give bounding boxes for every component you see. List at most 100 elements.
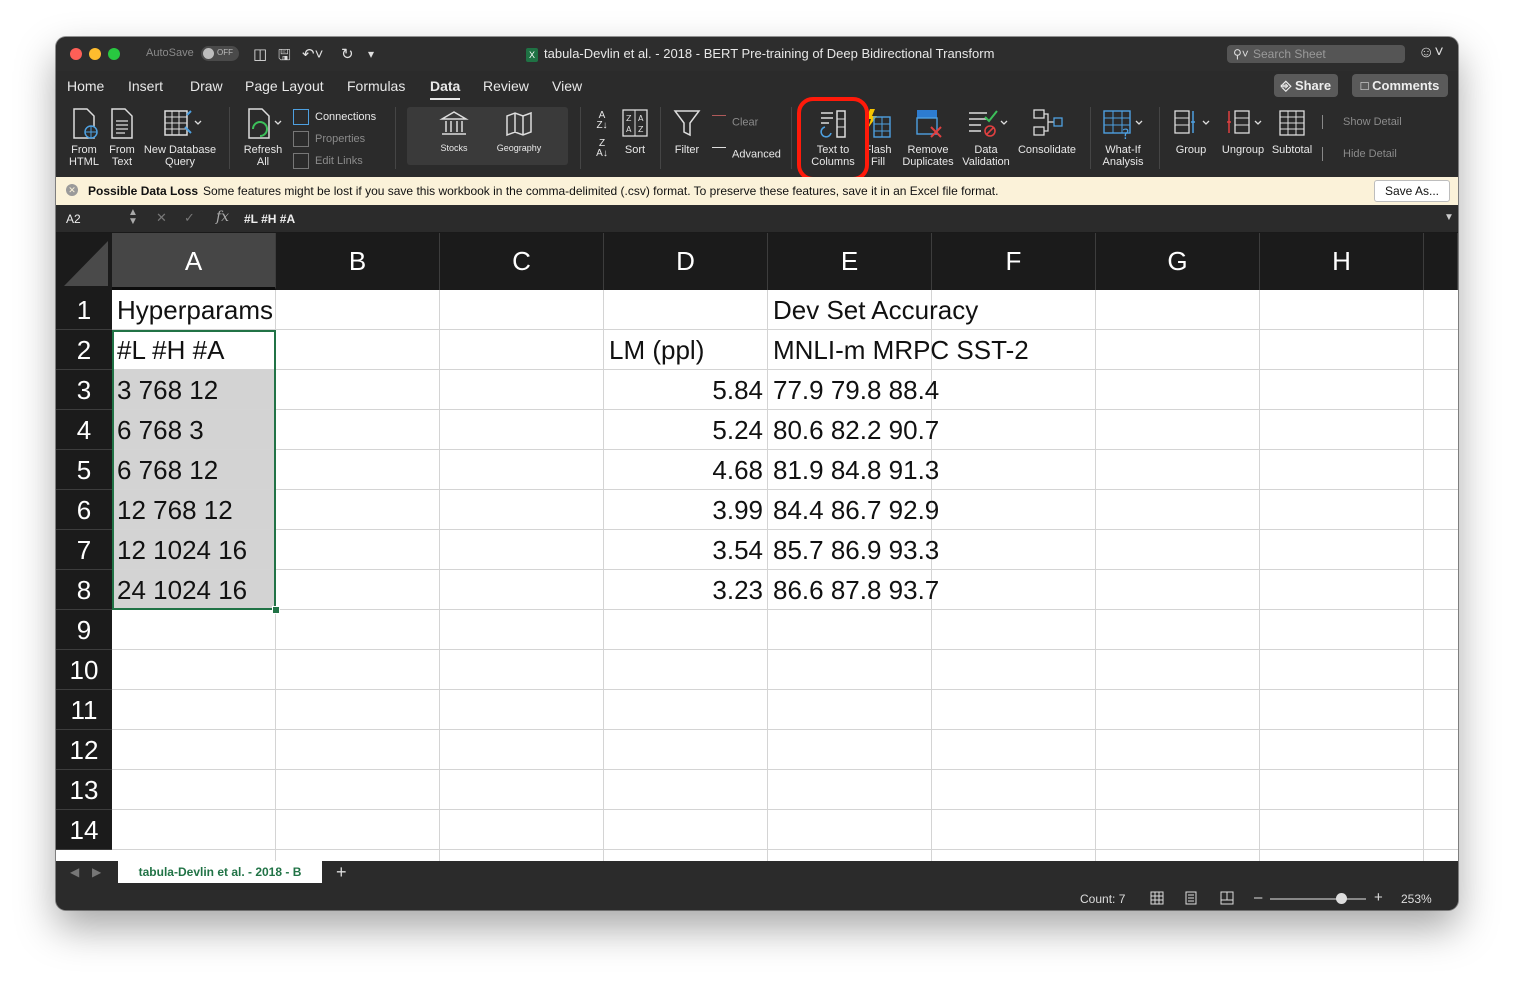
cell-d5[interactable]: 4.68: [604, 450, 768, 490]
cell-e2[interactable]: MNLI-m MRPC SST-2: [768, 330, 1029, 370]
new-database-query-button[interactable]: New Database Query: [142, 107, 218, 168]
tab-formulas[interactable]: Formulas: [347, 78, 405, 94]
connections-button[interactable]: Connections: [293, 109, 376, 125]
sheet-tab-active[interactable]: tabula-Devlin et al. - 2018 - B: [118, 861, 322, 883]
consolidate-button[interactable]: Consolidate: [1014, 107, 1080, 156]
column-header-b[interactable]: B: [276, 233, 440, 290]
cell-d4[interactable]: 5.24: [604, 410, 768, 450]
row-header-6[interactable]: 6: [56, 490, 112, 530]
name-box[interactable]: A2: [66, 212, 81, 226]
cell-d6[interactable]: 3.99: [604, 490, 768, 530]
row-header-14[interactable]: 14: [56, 810, 112, 850]
spreadsheet-grid[interactable]: A B C D E F G H 1 2 3 4 5 6 7 8 9 10 11 …: [56, 233, 1458, 861]
confirm-entry-icon[interactable]: ✓: [184, 210, 195, 226]
dismiss-message-icon[interactable]: ✕: [66, 184, 78, 196]
sidebar-toggle-icon[interactable]: ◫: [253, 45, 267, 63]
select-all-corner[interactable]: [56, 233, 112, 290]
subtotal-button[interactable]: Subtotal: [1268, 107, 1316, 156]
row-header-9[interactable]: 9: [56, 610, 112, 650]
zoom-slider-knob[interactable]: [1336, 893, 1347, 904]
cell-a1[interactable]: Hyperparams: [112, 290, 276, 330]
row-header-1[interactable]: 1: [56, 290, 112, 330]
tab-draw[interactable]: Draw: [190, 78, 223, 94]
zoom-window-button[interactable]: [108, 48, 120, 60]
row-header-2[interactable]: 2: [56, 330, 112, 370]
tab-insert[interactable]: Insert: [128, 78, 163, 94]
cell-d3[interactable]: 5.84: [604, 370, 768, 410]
cell-e5[interactable]: 81.9 84.8 91.3: [768, 450, 939, 490]
column-header-i[interactable]: [1424, 233, 1458, 290]
cancel-entry-icon[interactable]: ✕: [156, 210, 167, 226]
cell-e8[interactable]: 86.6 87.8 93.7: [768, 570, 939, 610]
row-header-13[interactable]: 13: [56, 770, 112, 810]
refresh-all-button[interactable]: Refresh All: [240, 107, 286, 168]
ungroup-button[interactable]: Ungroup: [1218, 107, 1268, 156]
close-window-button[interactable]: [70, 48, 82, 60]
cell-e4[interactable]: 80.6 82.2 90.7: [768, 410, 939, 450]
column-header-g[interactable]: G: [1096, 233, 1260, 290]
autosave-toggle[interactable]: OFF: [201, 46, 239, 61]
tab-data[interactable]: Data: [430, 78, 461, 100]
previous-sheet-icon[interactable]: ◀: [70, 865, 79, 879]
cell-d2[interactable]: LM (ppl): [604, 330, 768, 370]
tab-home[interactable]: Home: [67, 78, 104, 94]
column-header-e[interactable]: E: [768, 233, 932, 290]
what-if-analysis-button[interactable]: ? What-If Analysis: [1098, 107, 1148, 168]
customize-toolbar-icon[interactable]: ▾: [368, 47, 374, 61]
redo-icon[interactable]: ↻: [341, 45, 354, 63]
show-detail-button[interactable]: Show Detail: [1322, 115, 1402, 129]
save-icon[interactable]: 🖫: [278, 45, 291, 70]
insert-function-icon[interactable]: fx: [216, 209, 229, 225]
sort-za-button[interactable]: Z A↓: [592, 139, 612, 159]
cell-d8[interactable]: 3.23: [604, 570, 768, 610]
from-text-button[interactable]: From Text: [104, 107, 140, 168]
row-header-5[interactable]: 5: [56, 450, 112, 490]
name-box-stepper-icon[interactable]: ▲ ▼: [128, 208, 138, 227]
row-header-11[interactable]: 11: [56, 690, 112, 730]
sort-az-button[interactable]: A Z↓: [592, 111, 612, 131]
row-header-8[interactable]: 8: [56, 570, 112, 610]
column-header-d[interactable]: D: [604, 233, 768, 290]
hide-detail-button[interactable]: Hide Detail: [1322, 147, 1397, 161]
column-header-f[interactable]: F: [932, 233, 1096, 290]
remove-duplicates-button[interactable]: Remove Duplicates: [898, 107, 958, 168]
cell-e7[interactable]: 85.7 86.9 93.3: [768, 530, 939, 570]
formula-input[interactable]: #L #H #A: [244, 212, 295, 226]
search-sheet-field[interactable]: ⚲˅ Search Sheet: [1227, 45, 1405, 63]
undo-icon[interactable]: ↶˅: [302, 45, 323, 63]
cell-e6[interactable]: 84.4 86.7 92.9: [768, 490, 939, 530]
geography-button[interactable]: Geography: [492, 109, 546, 154]
add-sheet-button[interactable]: +: [336, 862, 347, 883]
advanced-filter-button[interactable]: Advanced: [712, 147, 781, 162]
comments-button[interactable]: □ Comments: [1352, 74, 1448, 97]
properties-button[interactable]: Properties: [293, 131, 365, 147]
row-header-7[interactable]: 7: [56, 530, 112, 570]
row-header-4[interactable]: 4: [56, 410, 112, 450]
feedback-smiley-icon[interactable]: ☺˅: [1418, 44, 1444, 62]
next-sheet-icon[interactable]: ▶: [92, 865, 101, 879]
tab-view[interactable]: View: [552, 78, 582, 94]
page-layout-view-icon[interactable]: [1184, 891, 1198, 905]
from-html-button[interactable]: From HTML: [64, 107, 104, 168]
tab-review[interactable]: Review: [483, 78, 529, 94]
edit-links-button[interactable]: Edit Links: [293, 153, 363, 169]
expand-formula-bar-icon[interactable]: ▼: [1444, 212, 1454, 223]
clear-filter-button[interactable]: Clear: [712, 115, 758, 130]
column-header-a[interactable]: A: [112, 233, 276, 290]
row-header-12[interactable]: 12: [56, 730, 112, 770]
column-header-h[interactable]: H: [1260, 233, 1424, 290]
page-break-view-icon[interactable]: [1220, 891, 1234, 905]
group-button[interactable]: Group: [1168, 107, 1214, 156]
fill-handle[interactable]: [272, 606, 280, 614]
column-header-c[interactable]: C: [440, 233, 604, 290]
data-validation-button[interactable]: Data Validation: [958, 107, 1014, 168]
tab-page-layout[interactable]: Page Layout: [245, 78, 324, 94]
row-header-3[interactable]: 3: [56, 370, 112, 410]
cell-e3[interactable]: 77.9 79.8 88.4: [768, 370, 939, 410]
save-as-button[interactable]: Save As...: [1374, 180, 1450, 202]
row-header-10[interactable]: 10: [56, 650, 112, 690]
share-button[interactable]: ⎆ Share: [1274, 74, 1338, 97]
stocks-button[interactable]: Stocks: [430, 109, 478, 154]
sort-button[interactable]: ZAAZ Sort: [618, 107, 652, 156]
filter-button[interactable]: Filter: [668, 107, 706, 156]
